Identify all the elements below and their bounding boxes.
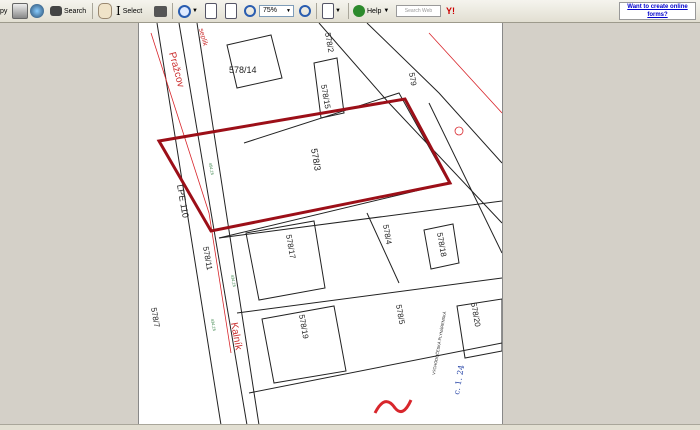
page-icon bbox=[322, 3, 334, 19]
page-actual-size-icon bbox=[205, 3, 217, 19]
chevron-down-icon: ▼ bbox=[286, 8, 291, 14]
create-forms-link[interactable]: Want to create online forms? bbox=[619, 2, 696, 20]
copy-label: py bbox=[0, 7, 8, 15]
search-web-input[interactable]: Search Web bbox=[396, 5, 441, 17]
parcel-label: 578/3 bbox=[309, 148, 323, 172]
chevron-down-icon: ▼ bbox=[383, 8, 390, 14]
survey-point bbox=[454, 126, 464, 136]
binoculars-icon bbox=[50, 6, 62, 16]
hand-tool-button[interactable] bbox=[98, 3, 112, 19]
pdf-page: 578/14 578/2 578/15 579 578/3 578/4 578/… bbox=[138, 23, 503, 425]
snapshot-button[interactable] bbox=[154, 3, 167, 19]
search-button[interactable]: Search bbox=[50, 3, 86, 19]
status-bar bbox=[0, 424, 700, 430]
search-label: Search bbox=[64, 7, 87, 15]
printer-icon bbox=[12, 3, 28, 19]
yahoo-search-button[interactable]: Y! bbox=[446, 3, 455, 19]
zoom-level-select[interactable]: 75% ▼ bbox=[259, 5, 294, 17]
parcel-label: 578/4 bbox=[381, 224, 393, 246]
note-label: 434,15 bbox=[230, 274, 237, 288]
handwritten-date: c. 1. 24 bbox=[452, 364, 466, 395]
select-tool-button[interactable]: I Select bbox=[116, 3, 142, 19]
parcel-line bbox=[318, 23, 502, 224]
tasks-button[interactable]: ▼ bbox=[322, 3, 341, 19]
acrobat-toolbar: py Search I Select ▼ 75% ▼ ▼ Help ▼ Search … bbox=[0, 0, 700, 23]
camera-icon bbox=[154, 5, 167, 17]
gas-line bbox=[150, 32, 232, 354]
parcel-label: 578/2 bbox=[323, 32, 335, 54]
street-label: LPE 110 bbox=[175, 184, 191, 219]
parcel-label: 578/5 bbox=[394, 304, 406, 326]
help-button[interactable]: Help ▼ bbox=[353, 3, 389, 19]
parcel-line bbox=[366, 212, 400, 284]
zoom-in-icon bbox=[299, 5, 311, 17]
hand-icon bbox=[98, 3, 112, 19]
gas-line bbox=[428, 32, 502, 114]
parcel-line bbox=[428, 102, 502, 254]
cadastral-map: 578/14 578/2 578/15 579 578/3 578/4 578/… bbox=[149, 23, 502, 425]
house-578-14 bbox=[226, 34, 283, 89]
parcel-label: 579 bbox=[407, 72, 418, 87]
fit-page-icon bbox=[225, 3, 237, 19]
parcel-label: 578/17 bbox=[284, 234, 297, 260]
help-label: Help bbox=[367, 7, 382, 15]
note-label: 454,15 bbox=[208, 162, 215, 176]
parcel-label: 578/15 bbox=[319, 84, 332, 110]
help-icon bbox=[353, 5, 365, 17]
zoom-level-value: 75% bbox=[263, 7, 278, 14]
fit-page-button[interactable] bbox=[225, 3, 237, 19]
print-button[interactable] bbox=[12, 3, 28, 19]
email-icon bbox=[30, 4, 44, 18]
zoom-in-button[interactable] bbox=[299, 3, 311, 19]
parcel-label: 578/18 bbox=[435, 232, 448, 258]
actual-size-button[interactable] bbox=[205, 3, 217, 19]
zoom-in-icon bbox=[178, 4, 191, 18]
zoom-out-icon bbox=[244, 5, 256, 17]
chevron-down-icon: ▼ bbox=[192, 8, 198, 14]
zoom-out-button[interactable] bbox=[244, 3, 256, 19]
text-cursor-icon: I bbox=[116, 4, 121, 18]
copy-button[interactable]: py bbox=[0, 3, 7, 19]
search-web-placeholder: Search Web bbox=[404, 8, 433, 14]
parcel-line bbox=[236, 277, 502, 314]
note-label: 434,15 bbox=[210, 318, 217, 332]
parcel-label: 578/14 bbox=[229, 65, 257, 75]
select-label: Select bbox=[122, 7, 143, 15]
red-signature bbox=[373, 399, 413, 414]
parcel-label: 578/11 bbox=[201, 246, 214, 272]
street-label: Pražcov bbox=[166, 51, 186, 89]
yahoo-logo-icon: Y! bbox=[446, 6, 455, 16]
chevron-down-icon: ▼ bbox=[335, 8, 341, 14]
zoom-tool-button[interactable]: ▼ bbox=[178, 3, 198, 19]
stamp-text: VÝCHODOČESKÁ PLYNÁRENSKÁ bbox=[431, 311, 447, 375]
parcel-label: 578/20 bbox=[469, 302, 482, 328]
parcel-label: 578/7 bbox=[149, 307, 161, 329]
parcel-label: 578/19 bbox=[297, 314, 310, 340]
parcel-line bbox=[366, 23, 502, 164]
email-button[interactable] bbox=[30, 3, 44, 19]
